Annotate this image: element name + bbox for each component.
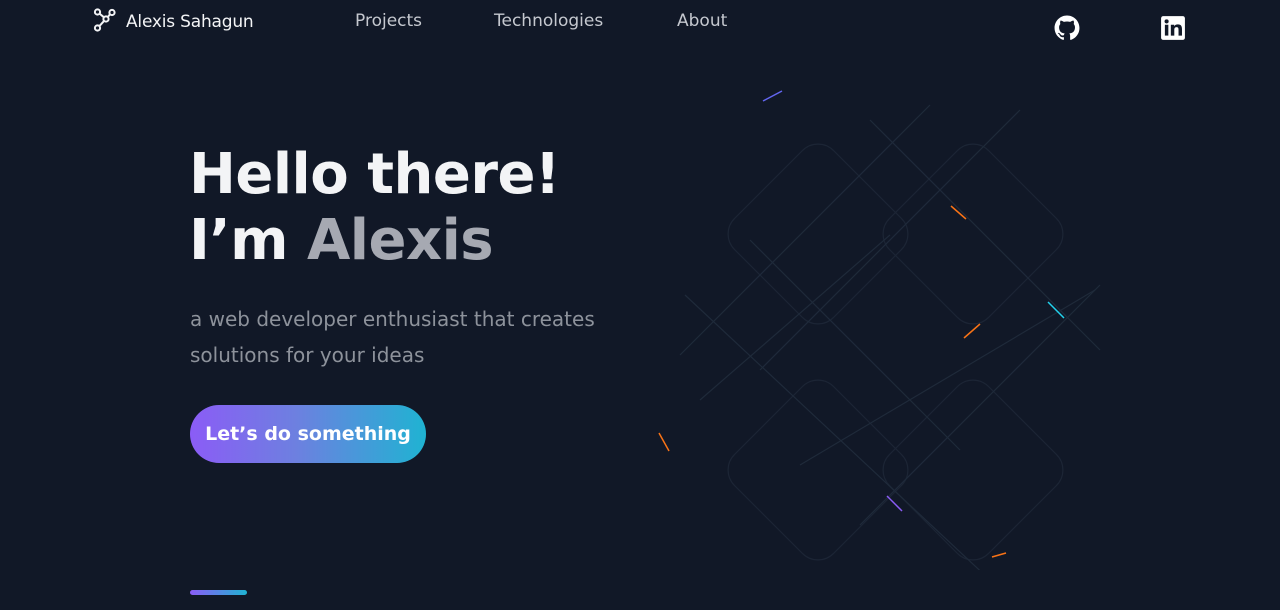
hero-greeting: Hello there! — [189, 142, 560, 207]
github-link[interactable] — [1054, 15, 1080, 41]
linkedin-icon — [1160, 16, 1186, 45]
brand-link[interactable]: Alexis Sahagun — [93, 8, 254, 36]
lets-do-something-button[interactable]: Let’s do something — [190, 405, 426, 463]
decorative-lines-graphic — [658, 90, 1101, 570]
hero-subtitle: a web developer enthusiast that creates … — [190, 307, 595, 367]
brand-name: Alexis Sahagun — [126, 12, 254, 32]
nav-link-technologies[interactable]: Technologies — [494, 11, 603, 31]
nav-link-projects[interactable]: Projects — [355, 11, 422, 31]
github-icon — [1054, 15, 1080, 45]
network-logo-icon — [93, 8, 117, 36]
top-navigation: Alexis Sahagun Projects Technologies Abo… — [0, 0, 1280, 44]
hero-intro-prefix: I’m — [189, 208, 307, 273]
hero-intro-name: Alexis — [306, 208, 494, 273]
hero-heading: Hello there! I’m Alexis — [189, 142, 560, 274]
nav-link-about[interactable]: About — [677, 11, 727, 31]
gradient-accent-bar — [190, 590, 247, 595]
linkedin-link[interactable] — [1160, 15, 1186, 41]
